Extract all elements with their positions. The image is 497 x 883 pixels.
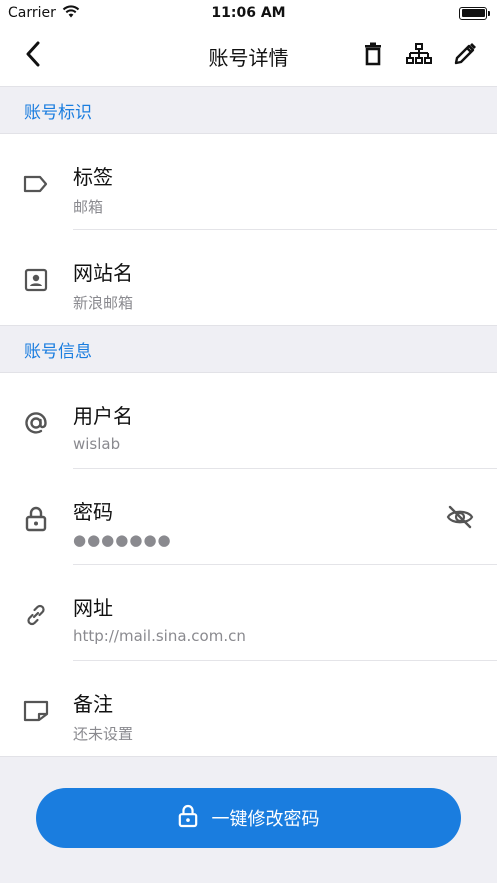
back-icon: [25, 41, 41, 71]
row-title: 网站名: [73, 261, 133, 285]
toggle-password-visibility[interactable]: [445, 505, 475, 533]
row-value: 新浪邮箱: [73, 294, 134, 312]
row-title: 标签: [73, 165, 113, 189]
row-tag[interactable]: 标签 邮箱: [0, 134, 497, 230]
hierarchy-icon: [406, 43, 432, 69]
contact-card-icon: [22, 266, 50, 294]
row-password[interactable]: 密码 ●●●●●●●: [0, 469, 497, 565]
hierarchy-button[interactable]: [403, 38, 435, 74]
row-value: wislab: [73, 435, 121, 453]
trash-icon: [364, 42, 382, 70]
section-header-info: 账号信息: [0, 325, 497, 373]
tag-icon: [22, 170, 50, 198]
back-button[interactable]: [18, 38, 48, 74]
edit-button[interactable]: [449, 38, 481, 74]
edit-icon: [453, 42, 477, 70]
row-title: 密码: [73, 500, 113, 524]
lock-icon: [22, 505, 50, 533]
change-password-button[interactable]: 一键修改密码: [36, 788, 461, 848]
row-url[interactable]: 网址 http://mail.sina.com.cn: [0, 565, 497, 661]
at-icon: [22, 409, 50, 437]
row-username[interactable]: 用户名 wislab: [0, 373, 497, 469]
eye-off-icon: [446, 505, 474, 533]
status-left: Carrier: [8, 4, 80, 22]
section-header-identity: 账号标识: [0, 86, 497, 134]
bottom-action-area: 一键修改密码: [0, 756, 497, 883]
row-title: 用户名: [73, 404, 133, 428]
row-value: http://mail.sina.com.cn: [73, 627, 246, 645]
battery-icon: [459, 6, 490, 20]
wifi-icon: [62, 4, 80, 22]
nav-bar: 账号详情: [0, 26, 497, 86]
row-note[interactable]: 备注 还未设置: [0, 661, 497, 756]
password-value: ●●●●●●●: [73, 531, 172, 549]
change-password-label: 一键修改密码: [211, 809, 320, 830]
row-title: 备注: [73, 692, 113, 716]
status-bar: Carrier 11:06 AM: [0, 0, 497, 26]
nav-actions: [357, 38, 481, 74]
row-title: 网址: [73, 596, 113, 620]
page-title: 账号详情: [208, 45, 289, 70]
delete-button[interactable]: [357, 38, 389, 74]
lock-icon: [178, 804, 198, 833]
row-value: 邮箱: [73, 198, 104, 216]
row-site[interactable]: 网站名 新浪邮箱: [0, 230, 497, 325]
row-value: 还未设置: [73, 725, 134, 743]
carrier-label: Carrier: [8, 5, 56, 21]
link-icon: [22, 601, 50, 629]
note-icon: [22, 697, 50, 725]
